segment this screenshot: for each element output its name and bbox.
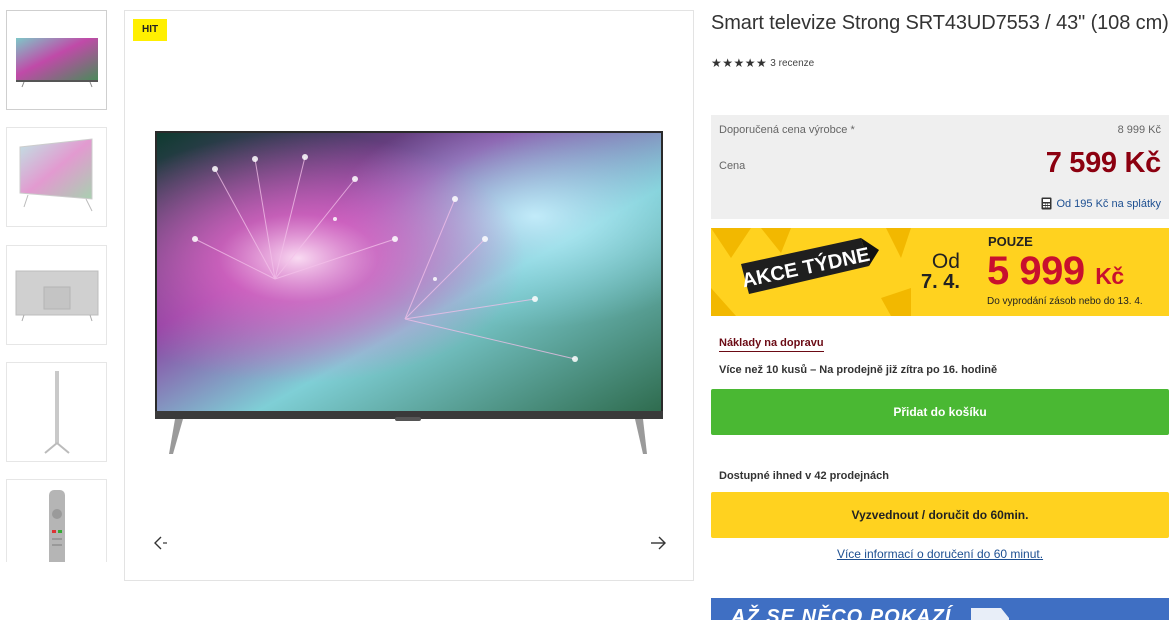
thumbnail-remote[interactable] <box>6 479 107 562</box>
thumbnail-tv-angled[interactable] <box>6 127 107 227</box>
stock-info: Více než 10 kusů – Na prodejně již zítra… <box>719 364 998 376</box>
tv-back-thumbnail-image <box>15 270 98 322</box>
arrow-right-icon <box>651 536 666 550</box>
weekly-deal-banner[interactable]: AKCE TÝDNE Od 7. 4. POUZE 5 999 Kč Do vy… <box>711 228 1169 316</box>
rating-stars-icon: ★★★★★ <box>711 56 768 70</box>
price-value: 7 599 Kč <box>1045 147 1162 179</box>
delivery-info-link[interactable]: Více informací o doručení do 60 minut. <box>711 547 1169 561</box>
remote-thumbnail-image <box>48 490 65 562</box>
akce-tydne-graphic: AKCE TÝDNE <box>711 228 911 316</box>
tag-icon <box>971 604 1009 620</box>
tv-product-image <box>155 131 663 454</box>
warranty-banner[interactable]: AŽ SE NĚCO POKAZÍ <box>711 598 1169 620</box>
promo-date: 7. 4. <box>921 271 960 293</box>
price-box: Doporučená cena výrobce * 8 999 Kč Cena … <box>711 115 1169 219</box>
thumbnail-tv-back[interactable] <box>6 245 107 345</box>
tv-side-thumbnail-image <box>43 371 70 454</box>
promo-price: 5 999 Kč <box>987 249 1124 294</box>
tv-image <box>155 129 665 469</box>
price-label: Cena <box>719 160 746 172</box>
installment-text: Od 195 Kč na splátky <box>1056 197 1161 210</box>
promo-od-label: Od <box>931 250 960 273</box>
tv-angled-thumbnail-image <box>19 138 92 212</box>
calculator-icon <box>1041 197 1052 210</box>
msrp-value: 8 999 Kč <box>1117 124 1161 136</box>
akce-tydne-text: AKCE TÝDNE <box>740 242 872 293</box>
installment-link[interactable]: Od 195 Kč na splátky <box>1041 197 1161 210</box>
promo-start: Od 7. 4. <box>921 250 960 293</box>
chevron-left-icon <box>154 536 167 550</box>
product-info: Smart televize Strong SRT43UD7553 / 43" … <box>711 10 1169 620</box>
promo-pouze-label: POUZE <box>988 234 1033 249</box>
thumbnail-list <box>6 10 107 562</box>
main-product-image: HIT <box>124 10 694 581</box>
product-title: Smart televize Strong SRT43UD7553 / 43" … <box>711 12 1169 34</box>
thumbnail-tv-front[interactable] <box>6 10 107 110</box>
thumbnail-tv-side[interactable] <box>6 362 107 462</box>
promo-price-currency: Kč <box>1095 263 1124 289</box>
pickup-60min-button[interactable]: Vyzvednout / doručit do 60min. <box>711 492 1169 538</box>
hit-badge: HIT <box>133 19 168 41</box>
store-availability: Dostupné ihned v 42 prodejnách <box>719 470 889 482</box>
add-to-cart-button[interactable]: Přidat do košíku <box>711 389 1169 435</box>
reviews-link[interactable]: 3 recenze <box>770 58 814 69</box>
next-image-arrow[interactable] <box>647 531 671 555</box>
promo-note: Do vyprodání zásob nebo do 13. 4. <box>987 296 1143 307</box>
previous-image-arrow[interactable] <box>149 531 173 555</box>
rating: ★★★★★ 3 recenze <box>711 56 1169 70</box>
tv-front-thumbnail-image <box>15 38 98 88</box>
promo-price-number: 5 999 <box>987 249 1085 293</box>
warranty-banner-text: AŽ SE NĚCO POKAZÍ <box>731 606 952 620</box>
msrp-label: Doporučená cena výrobce * <box>719 124 855 136</box>
shipping-cost-link[interactable]: Náklady na dopravu <box>719 337 824 352</box>
